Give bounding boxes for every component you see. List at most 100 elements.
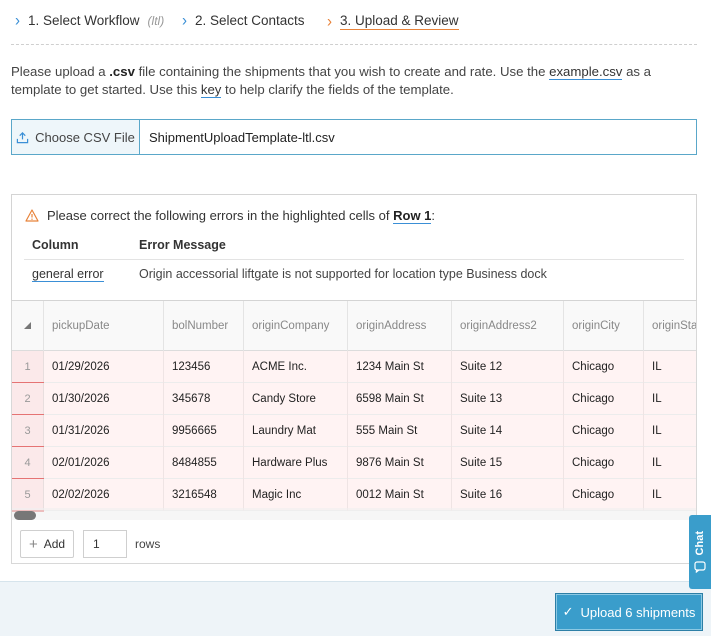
table-cell[interactable]: Chicago bbox=[564, 447, 644, 479]
error-column-link[interactable]: general error bbox=[32, 267, 104, 282]
error-heading: Please correct the following errors in t… bbox=[25, 208, 436, 224]
upload-shipments-button[interactable]: ✓ Upload 6 shipments bbox=[555, 593, 703, 631]
table-cell[interactable]: IL bbox=[644, 383, 696, 415]
table-row[interactable]: 2 01/30/2026 345678 Candy Store 6598 Mai… bbox=[12, 383, 696, 416]
warning-icon bbox=[25, 209, 39, 222]
table-cell[interactable]: IL bbox=[644, 351, 696, 383]
table-cell[interactable]: 9876 Main St bbox=[348, 447, 452, 479]
table-cell[interactable]: IL bbox=[644, 415, 696, 447]
table-cell[interactable]: Suite 14 bbox=[452, 415, 564, 447]
table-row[interactable]: 4 02/01/2026 8484855 Hardware Plus 9876 … bbox=[12, 447, 696, 480]
table-cell[interactable]: Chicago bbox=[564, 479, 644, 511]
csv-file-picker: Choose CSV File ShipmentUploadTemplate-l… bbox=[11, 119, 697, 155]
error-message-suffix: : bbox=[431, 208, 436, 223]
table-cell[interactable]: 8484855 bbox=[164, 447, 244, 479]
workflow-stepper: › 1. Select Workflow (ltl) › 2. Select C… bbox=[0, 0, 711, 44]
row-number[interactable]: 5 bbox=[12, 479, 44, 512]
error-message-text: Please correct the following errors in t… bbox=[47, 208, 394, 223]
table-cell[interactable]: 6598 Main St bbox=[348, 383, 452, 415]
table-cell[interactable]: IL bbox=[644, 479, 696, 511]
chat-tab[interactable]: Chat bbox=[689, 515, 711, 589]
select-all-corner[interactable] bbox=[12, 301, 44, 351]
column-header[interactable]: originAddress2 bbox=[452, 301, 564, 351]
error-row-link[interactable]: Row 1 bbox=[393, 208, 432, 224]
add-button-label: Add bbox=[43, 537, 66, 551]
choose-csv-label: Choose CSV File bbox=[35, 129, 135, 145]
row-number[interactable]: 4 bbox=[12, 447, 44, 480]
error-column-header: Column bbox=[32, 238, 79, 252]
table-cell[interactable]: Chicago bbox=[564, 351, 644, 383]
table-row[interactable]: 3 01/31/2026 9956665 Laundry Mat 555 Mai… bbox=[12, 415, 696, 448]
column-header[interactable]: originState bbox=[644, 301, 696, 351]
chat-bubble-icon bbox=[694, 561, 706, 573]
table-cell[interactable]: 0012 Main St bbox=[348, 479, 452, 511]
table-cell[interactable]: Chicago bbox=[564, 415, 644, 447]
table-cell[interactable]: Magic Inc bbox=[244, 479, 348, 511]
table-cell[interactable]: 02/01/2026 bbox=[44, 447, 164, 479]
plus-icon: + bbox=[28, 535, 38, 553]
table-cell[interactable]: 01/31/2026 bbox=[44, 415, 164, 447]
table-cell[interactable]: Suite 16 bbox=[452, 479, 564, 511]
table-cell[interactable]: 3216548 bbox=[164, 479, 244, 511]
table-cell[interactable]: IL bbox=[644, 447, 696, 479]
step-select-contacts[interactable]: › 2. Select Contacts bbox=[182, 11, 305, 30]
add-rows-bar: + Add rows bbox=[11, 524, 697, 564]
column-header[interactable]: bolNumber bbox=[164, 301, 244, 351]
table-cell[interactable]: 9956665 bbox=[164, 415, 244, 447]
table-cell[interactable]: Suite 15 bbox=[452, 447, 564, 479]
column-header[interactable]: pickupDate bbox=[44, 301, 164, 351]
table-cell[interactable]: 01/29/2026 bbox=[44, 351, 164, 383]
error-message-cell: Origin accessorial liftgate is not suppo… bbox=[139, 267, 547, 281]
error-table-divider bbox=[24, 259, 684, 260]
chevron-right-icon: › bbox=[15, 11, 20, 30]
table-cell[interactable]: 345678 bbox=[164, 383, 244, 415]
key-link[interactable]: key bbox=[200, 82, 222, 98]
column-header[interactable]: originCity bbox=[564, 301, 644, 351]
shipments-grid: pickupDate bolNumber originCompany origi… bbox=[11, 301, 697, 524]
horizontal-scrollbar[interactable] bbox=[12, 508, 696, 520]
rows-label: rows bbox=[135, 537, 161, 551]
divider bbox=[11, 44, 697, 45]
table-row[interactable]: 5 02/02/2026 3216548 Magic Inc 0012 Main… bbox=[12, 479, 696, 512]
choose-csv-button[interactable]: Choose CSV File bbox=[12, 120, 140, 154]
column-header[interactable]: originCompany bbox=[244, 301, 348, 351]
table-cell[interactable]: 1234 Main St bbox=[348, 351, 452, 383]
instruction-text: file containing the shipments that you w… bbox=[134, 64, 550, 79]
chevron-right-icon: › bbox=[327, 12, 332, 31]
step-note: (ltl) bbox=[147, 13, 165, 28]
grid-header-row: pickupDate bolNumber originCompany origi… bbox=[12, 301, 696, 351]
check-icon: ✓ bbox=[562, 604, 574, 619]
step-label: 1. Select Workflow bbox=[28, 13, 140, 28]
row-number[interactable]: 2 bbox=[12, 383, 44, 416]
table-cell[interactable]: Suite 12 bbox=[452, 351, 564, 383]
table-cell[interactable]: 01/30/2026 bbox=[44, 383, 164, 415]
chevron-right-icon: › bbox=[182, 11, 187, 30]
footer-bar: ✓ Upload 6 shipments bbox=[0, 581, 711, 636]
scrollbar-thumb[interactable] bbox=[14, 511, 36, 520]
row-number[interactable]: 1 bbox=[12, 351, 44, 384]
column-header[interactable]: originAddress bbox=[348, 301, 452, 351]
instruction-text: to help clarify the fields of the templa… bbox=[221, 82, 454, 97]
table-cell[interactable]: Laundry Mat bbox=[244, 415, 348, 447]
step-label: 2. Select Contacts bbox=[195, 13, 305, 28]
table-cell[interactable]: 555 Main St bbox=[348, 415, 452, 447]
selected-file-name: ShipmentUploadTemplate-ltl.csv bbox=[149, 129, 335, 145]
table-cell[interactable]: Suite 13 bbox=[452, 383, 564, 415]
table-cell[interactable]: Candy Store bbox=[244, 383, 348, 415]
step-upload-review[interactable]: › 3. Upload & Review bbox=[327, 13, 459, 30]
upload-instructions: Please upload a .csv file containing the… bbox=[11, 63, 701, 99]
table-cell[interactable]: 02/02/2026 bbox=[44, 479, 164, 511]
error-panel: Please correct the following errors in t… bbox=[11, 194, 697, 301]
row-count-input[interactable] bbox=[83, 530, 127, 558]
example-csv-link[interactable]: example.csv bbox=[549, 64, 623, 80]
row-number[interactable]: 3 bbox=[12, 415, 44, 448]
table-cell[interactable]: Chicago bbox=[564, 383, 644, 415]
step-select-workflow[interactable]: › 1. Select Workflow (ltl) bbox=[15, 11, 165, 30]
table-cell[interactable]: ACME Inc. bbox=[244, 351, 348, 383]
upload-icon bbox=[16, 131, 29, 143]
table-row[interactable]: 1 01/29/2026 123456 ACME Inc. 1234 Main … bbox=[12, 351, 696, 384]
upload-button-label: Upload 6 shipments bbox=[580, 604, 696, 620]
table-cell[interactable]: 123456 bbox=[164, 351, 244, 383]
add-rows-button[interactable]: + Add bbox=[20, 530, 74, 558]
table-cell[interactable]: Hardware Plus bbox=[244, 447, 348, 479]
